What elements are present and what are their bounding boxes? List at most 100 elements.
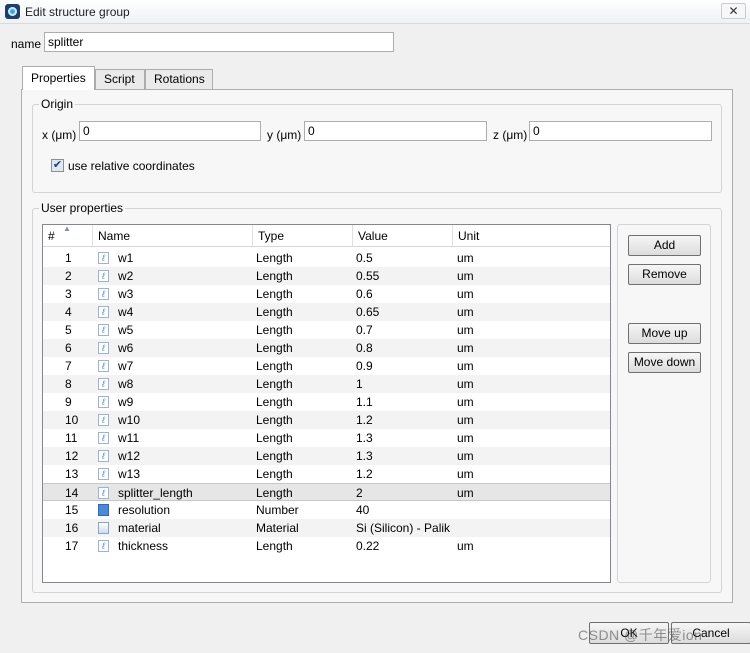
length-icon: ℓ (98, 414, 109, 426)
property-unit: um (457, 467, 474, 481)
origin-group-title: Origin (39, 97, 76, 111)
remove-button[interactable]: Remove (628, 264, 701, 285)
property-name: w5 (118, 323, 134, 337)
table-row[interactable]: 14 ℓ splitter_length Length 2 um (43, 483, 610, 501)
x-label: x (μm) (42, 128, 77, 142)
property-type: Length (256, 377, 293, 391)
property-value: 2 (356, 486, 363, 500)
close-button[interactable]: ✕ (721, 3, 746, 19)
table-row[interactable]: 1 ℓ w1 Length 0.5 um (43, 249, 610, 267)
property-value: 0.8 (356, 341, 373, 355)
x-input[interactable] (79, 121, 261, 141)
edit-structure-group-dialog: Edit structure group ✕ name Properties S… (0, 0, 750, 653)
window-title: Edit structure group (25, 5, 130, 19)
tab-rotations[interactable]: Rotations (145, 69, 213, 89)
property-name: thickness (118, 539, 169, 553)
table-row[interactable]: 16 material Material Si (Silicon) - Palik (43, 519, 610, 537)
property-value: 1 (356, 377, 363, 391)
property-name: w10 (118, 413, 141, 427)
property-type: Length (256, 251, 293, 265)
table-row[interactable]: 8 ℓ w8 Length 1 um (43, 375, 610, 393)
length-icon: ℓ (98, 378, 109, 390)
property-type: Length (256, 323, 293, 337)
table-row[interactable]: 5 ℓ w5 Length 0.7 um (43, 321, 610, 339)
row-number: 14 (65, 486, 79, 500)
table-row[interactable]: 17 ℓ thickness Length 0.22 um (43, 537, 610, 555)
property-name: splitter_length (118, 486, 193, 500)
property-name: w1 (118, 251, 134, 265)
property-type: Length (256, 269, 293, 283)
row-number: 13 (65, 467, 79, 481)
app-icon (5, 4, 20, 19)
length-icon: ℓ (98, 252, 109, 264)
length-icon: ℓ (98, 450, 109, 462)
column-header-value[interactable]: Value (353, 225, 453, 247)
property-unit: um (457, 341, 474, 355)
property-type: Material (256, 521, 299, 535)
z-input[interactable] (529, 121, 712, 141)
table-row[interactable]: 4 ℓ w4 Length 0.65 um (43, 303, 610, 321)
property-name: w6 (118, 341, 134, 355)
table-row[interactable]: 11 ℓ w11 Length 1.3 um (43, 429, 610, 447)
table-row[interactable]: 2 ℓ w2 Length 0.55 um (43, 267, 610, 285)
table-row[interactable]: 10 ℓ w10 Length 1.2 um (43, 411, 610, 429)
property-type: Length (256, 539, 293, 553)
origin-group: Origin (32, 97, 722, 193)
property-name: w12 (118, 449, 141, 463)
length-icon: ℓ (98, 288, 109, 300)
column-header-number[interactable]: # ▲ (43, 225, 93, 247)
tab-script[interactable]: Script (95, 69, 145, 89)
property-value: 1.2 (356, 467, 373, 481)
tab-properties[interactable]: Properties (22, 66, 95, 90)
table-row[interactable]: 3 ℓ w3 Length 0.6 um (43, 285, 610, 303)
table-row[interactable]: 13 ℓ w13 Length 1.2 um (43, 465, 610, 483)
row-number: 5 (65, 323, 72, 337)
table-row[interactable]: 15 resolution Number 40 (43, 501, 610, 519)
z-label: z (μm) (493, 128, 528, 142)
property-type: Length (256, 467, 293, 481)
property-unit: um (457, 305, 474, 319)
row-number: 17 (65, 539, 79, 553)
column-header-type[interactable]: Type (253, 225, 353, 247)
name-input[interactable] (44, 32, 394, 52)
property-type: Length (256, 413, 293, 427)
property-unit: um (457, 449, 474, 463)
property-type: Length (256, 449, 293, 463)
property-value: 0.6 (356, 287, 373, 301)
property-type: Length (256, 395, 293, 409)
table-row[interactable]: 9 ℓ w9 Length 1.1 um (43, 393, 610, 411)
row-number: 9 (65, 395, 72, 409)
column-header-name[interactable]: Name (93, 225, 253, 247)
table-row[interactable]: 6 ℓ w6 Length 0.8 um (43, 339, 610, 357)
add-button[interactable]: Add (628, 235, 701, 256)
length-icon: ℓ (98, 396, 109, 408)
property-name: w8 (118, 377, 134, 391)
property-name: w11 (118, 431, 140, 445)
length-icon: ℓ (98, 487, 109, 499)
table-row[interactable]: 12 ℓ w12 Length 1.3 um (43, 447, 610, 465)
user-properties-title: User properties (39, 201, 126, 215)
property-unit: um (457, 486, 474, 500)
column-header-unit[interactable]: Unit (453, 225, 610, 247)
row-number: 3 (65, 287, 72, 301)
property-name: w13 (118, 467, 141, 481)
row-number: 6 (65, 341, 72, 355)
user-properties-table[interactable]: # ▲ Name Type Value Unit 1 ℓ w1 Length 0.5 um… (42, 224, 611, 583)
property-value: 1.3 (356, 449, 373, 463)
relative-coordinates-checkbox[interactable]: ✔ (51, 159, 64, 172)
property-value: 1.2 (356, 413, 373, 427)
watermark: CSDN @千年爱ion (578, 627, 703, 643)
row-number: 15 (65, 503, 79, 517)
length-icon: ℓ (98, 324, 109, 336)
y-input[interactable] (304, 121, 487, 141)
length-icon: ℓ (98, 468, 109, 480)
material-icon (98, 522, 109, 534)
property-unit: um (457, 413, 474, 427)
property-value: 0.55 (356, 269, 380, 283)
move-down-button[interactable]: Move down (628, 352, 701, 373)
table-row[interactable]: 7 ℓ w7 Length 0.9 um (43, 357, 610, 375)
row-number: 7 (65, 359, 72, 373)
property-value: Si (Silicon) - Palik (356, 521, 451, 535)
move-up-button[interactable]: Move up (628, 323, 701, 344)
property-type: Length (256, 287, 293, 301)
